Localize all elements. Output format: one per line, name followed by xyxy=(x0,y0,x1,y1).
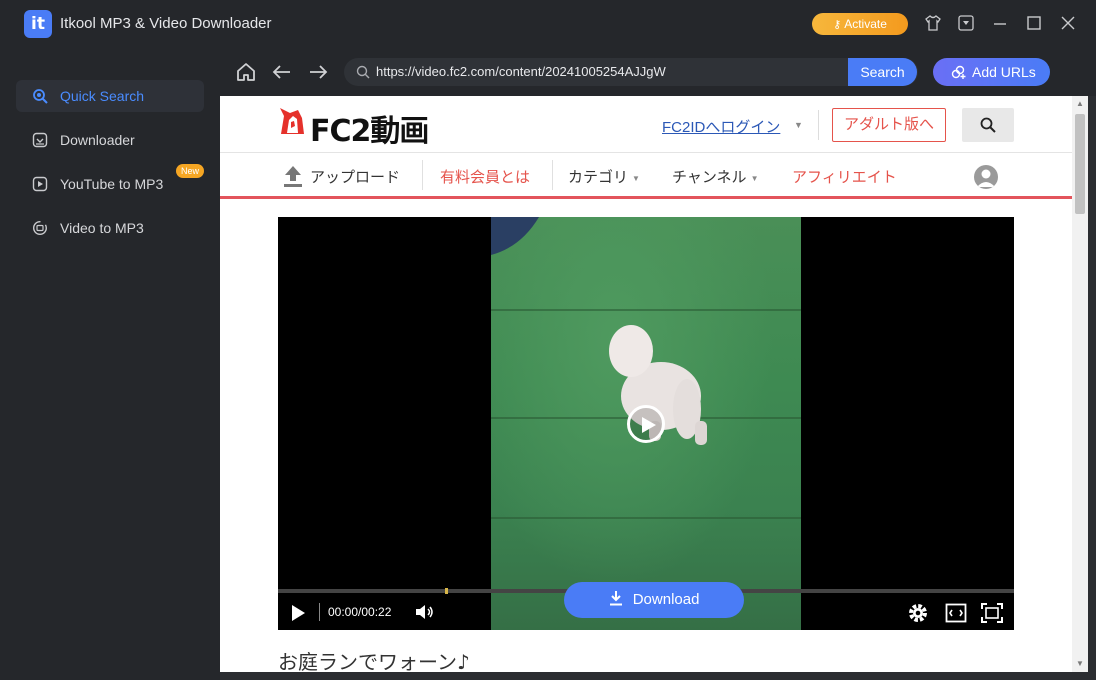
play-overlay-button[interactable] xyxy=(627,405,665,443)
time-display: 00:00/00:22 xyxy=(328,605,392,619)
url-input[interactable]: https://video.fc2.com/content/2024100525… xyxy=(376,64,666,79)
sidebar-item-label: YouTube to MP3 xyxy=(60,176,164,192)
download-box-icon xyxy=(32,132,48,148)
unicorn-logo-icon xyxy=(280,108,304,134)
nav-channel[interactable]: チャンネル ▼ xyxy=(672,166,758,187)
sidebar-item-label: Video to MP3 xyxy=(60,220,144,236)
volume-icon[interactable] xyxy=(415,603,437,621)
adult-version-button[interactable]: アダルト版へ xyxy=(832,108,946,142)
search-icon xyxy=(33,89,48,104)
app-title: Itkool MP3 & Video Downloader xyxy=(60,15,272,32)
nav-divider xyxy=(422,160,423,190)
control-divider xyxy=(319,603,320,621)
video-player[interactable]: 00:00/00:22 Download xyxy=(278,217,1014,630)
play-icon[interactable] xyxy=(290,604,306,622)
home-icon[interactable] xyxy=(234,60,258,84)
key-icon: ⚷ xyxy=(833,19,842,31)
sidebar-item-downloader[interactable]: Downloader xyxy=(16,124,204,156)
page-scrollbar[interactable]: ▲ ▼ xyxy=(1072,96,1088,672)
fc2-logo[interactable]: FC2動画 xyxy=(278,106,429,149)
user-avatar-icon[interactable] xyxy=(974,165,998,189)
sidebar-item-quick-search[interactable]: Quick Search xyxy=(16,80,204,112)
fc2-logo-text: FC2動画 xyxy=(310,114,429,149)
nav-channel-label: チャンネル xyxy=(672,169,747,186)
video-title: お庭ランでワォーン♪ xyxy=(278,650,470,672)
nav-upload[interactable]: アップロード xyxy=(310,166,400,187)
header-divider xyxy=(818,110,819,140)
scroll-thumb[interactable] xyxy=(1075,114,1085,214)
search-button[interactable]: Search xyxy=(848,58,917,86)
chevron-down-icon: ▼ xyxy=(750,173,759,183)
fc2-search-button[interactable] xyxy=(962,108,1014,142)
activate-label: Activate xyxy=(844,17,887,31)
search-icon xyxy=(980,117,996,133)
upload-icon xyxy=(284,166,302,187)
activate-button[interactable]: ⚷ Activate xyxy=(812,13,908,35)
forward-arrow-icon[interactable] xyxy=(306,60,330,84)
chevron-down-icon: ▼ xyxy=(794,120,803,130)
minimize-icon[interactable] xyxy=(989,12,1011,36)
new-badge: New xyxy=(176,164,205,178)
close-icon[interactable] xyxy=(1057,12,1079,36)
nav-affiliate[interactable]: アフィリエイト xyxy=(792,166,897,187)
nav-category-label: カテゴリ xyxy=(568,169,629,186)
buffer-marker xyxy=(445,588,448,594)
fullscreen-icon[interactable] xyxy=(981,603,1003,623)
url-bar[interactable]: https://video.fc2.com/content/2024100525… xyxy=(344,58,918,86)
settings-gear-icon[interactable] xyxy=(907,602,929,624)
search-icon xyxy=(356,65,370,79)
sidebar-item-video-to-mp3[interactable]: Video to MP3 xyxy=(16,212,204,244)
theater-mode-icon[interactable] xyxy=(945,603,967,623)
sidebar-item-label: Downloader xyxy=(60,132,135,148)
add-urls-label: Add URLs xyxy=(972,64,1036,80)
add-urls-button[interactable]: Add URLs xyxy=(933,58,1050,86)
nav-red-underline xyxy=(220,196,1072,199)
app-logo: it xyxy=(24,10,52,38)
convert-icon xyxy=(32,220,48,236)
download-icon xyxy=(609,591,622,606)
turf-stripe xyxy=(491,517,801,519)
play-box-icon xyxy=(32,176,48,192)
play-icon xyxy=(642,417,656,433)
scroll-down-icon[interactable]: ▼ xyxy=(1072,656,1088,672)
download-button[interactable]: Download xyxy=(564,582,744,618)
nav-divider xyxy=(552,160,553,190)
chevron-down-icon: ▼ xyxy=(632,173,640,183)
nav-top-border xyxy=(220,152,1072,153)
maximize-icon[interactable] xyxy=(1023,12,1045,36)
fc2id-login-link[interactable]: FC2IDへログイン xyxy=(662,116,780,137)
add-link-icon xyxy=(951,65,966,79)
theme-icon[interactable] xyxy=(922,12,944,36)
turf-stripe xyxy=(491,309,801,311)
title-bar: it Itkool MP3 & Video Downloader ⚷ Activa… xyxy=(0,0,1096,48)
scroll-up-icon[interactable]: ▲ xyxy=(1072,96,1088,112)
sidebar-item-label: Quick Search xyxy=(60,88,145,104)
sidebar: Quick Search Downloader YouTube to MP3 V… xyxy=(0,48,220,680)
leg-silhouette xyxy=(491,217,539,255)
download-label: Download xyxy=(632,591,700,608)
back-arrow-icon[interactable] xyxy=(270,60,294,84)
nav-premium[interactable]: 有料会員とは xyxy=(440,166,530,187)
menu-dropdown-icon[interactable] xyxy=(955,12,977,36)
web-view: FC2動画 FC2IDへログイン ▼ アダルト版へ アップロード 有料会員とは … xyxy=(220,96,1088,672)
nav-category[interactable]: カテゴリ ▼ xyxy=(568,166,640,187)
browser-toolbar: https://video.fc2.com/content/2024100525… xyxy=(220,48,1096,96)
